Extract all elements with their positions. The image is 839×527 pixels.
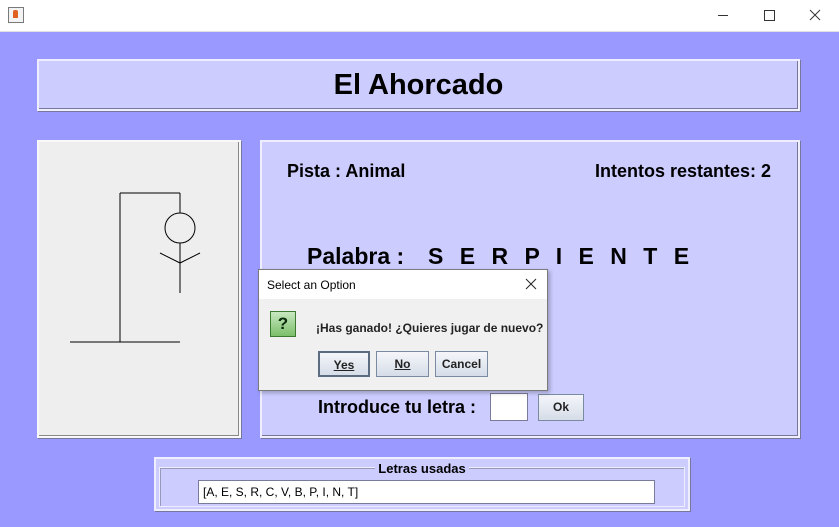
- yes-button[interactable]: Yes: [318, 351, 370, 377]
- question-icon: ?: [270, 311, 296, 337]
- hangman-figure: [70, 192, 201, 343]
- letter-input-label: Introduce tu letra :: [318, 397, 477, 417]
- used-letters-panel: Letras usadas [A, E, S, R, C, V, B, P, I…: [154, 457, 690, 511]
- hangman-right-arm: [179, 252, 201, 264]
- hangman-left-arm: [159, 252, 181, 264]
- dialog-close-icon[interactable]: [523, 276, 539, 292]
- title-panel: El Ahorcado: [37, 59, 800, 111]
- dialog-titlebar: Select an Option: [259, 270, 547, 299]
- minimize-icon[interactable]: [700, 0, 746, 31]
- word-label: Palabra :: [307, 243, 405, 269]
- cancel-button[interactable]: Cancel: [435, 351, 488, 377]
- tries-remaining-label: Intentos restantes: 2: [594, 161, 771, 181]
- close-icon[interactable]: [792, 0, 838, 31]
- hint-label: Pista : Animal: [287, 161, 406, 181]
- hangman-head: [164, 212, 196, 244]
- dialog-message: ¡Has ganado! ¿Quieres jugar de nuevo?: [316, 321, 544, 335]
- hangman-drawing-panel: [37, 140, 241, 438]
- option-dialog: Select an Option ? ¡Has ganado! ¿Quieres…: [258, 269, 548, 391]
- window-titlebar: [0, 0, 839, 32]
- used-letters-field: [A, E, S, R, C, V, B, P, I, N, T]: [198, 480, 655, 504]
- page-title: El Ahorcado: [333, 69, 504, 101]
- maximize-icon[interactable]: [746, 0, 792, 31]
- used-letters-title-text: Letras usadas: [375, 461, 469, 476]
- no-button[interactable]: No: [376, 351, 429, 377]
- word-value: S E R P I E N T E: [428, 243, 695, 269]
- used-letters-title: Letras usadas: [156, 461, 688, 476]
- dialog-title: Select an Option: [267, 278, 356, 292]
- java-app-icon: [8, 7, 24, 23]
- letter-input[interactable]: [490, 393, 528, 421]
- ok-button[interactable]: Ok: [538, 394, 584, 421]
